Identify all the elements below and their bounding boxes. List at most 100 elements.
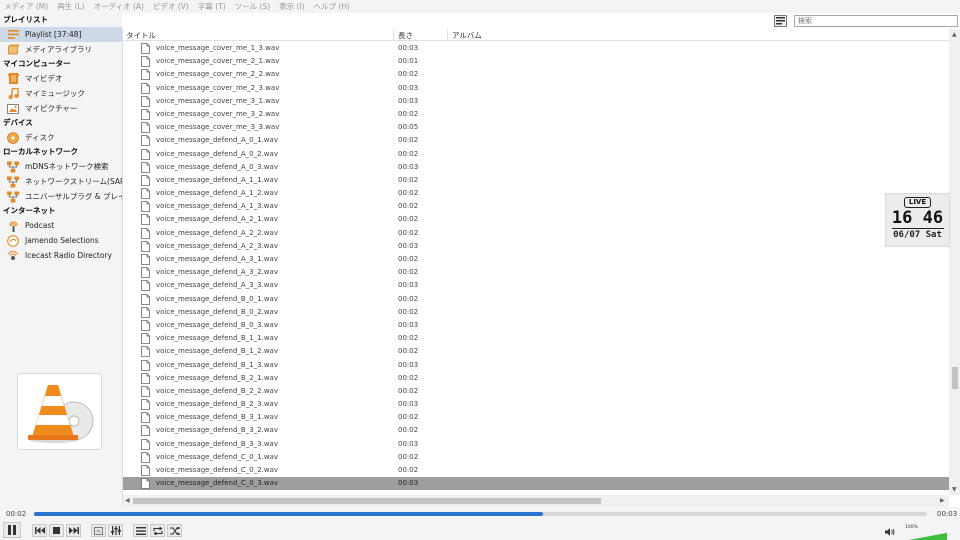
scroll-left-icon[interactable]: ◀ [125, 497, 130, 505]
shuffle-button[interactable] [167, 524, 182, 537]
playlist-row[interactable]: voice_message_defend_A_1_1.wav 00:02 [123, 174, 949, 187]
playlist-view: タイトル 長さ アルバム voice_message_cover_me_1_3.… [122, 29, 960, 507]
playlist-row[interactable]: voice_message_defend_B_3_1.wav 00:02 [123, 411, 949, 424]
file-icon [141, 135, 150, 147]
playlist-row[interactable]: voice_message_defend_B_3_3.wav 00:03 [123, 438, 949, 451]
extended-settings-button[interactable] [108, 524, 123, 537]
playlist-row[interactable]: voice_message_cover_me_1_3.wav 00:03 [123, 42, 949, 55]
seek-slider[interactable] [34, 512, 927, 516]
track-length: 00:03 [398, 320, 419, 329]
vlc-cone-icon [27, 384, 93, 443]
playlist-row[interactable]: voice_message_defend_B_2_1.wav 00:02 [123, 372, 949, 385]
network-icon [7, 160, 19, 173]
sidebar-item[interactable]: mDNSネットワーク検索 [0, 159, 122, 174]
menu-item[interactable]: ビデオ (V) [153, 1, 189, 12]
vertical-scrollbar[interactable]: ▲ ▼ [949, 29, 960, 495]
playlist-row[interactable]: voice_message_defend_A_1_3.wav 00:02 [123, 200, 949, 213]
search-input[interactable] [794, 15, 958, 27]
scroll-right-icon[interactable]: ▶ [940, 497, 945, 505]
sidebar-item-label: ユニバーサルプラグ & プレイ [25, 192, 122, 201]
playlist-row[interactable]: voice_message_defend_A_3_1.wav 00:02 [123, 253, 949, 266]
playlist-row[interactable]: voice_message_defend_B_2_2.wav 00:02 [123, 385, 949, 398]
menu-item[interactable]: 表示 (I) [279, 1, 304, 12]
playlist-row[interactable]: voice_message_defend_A_3_3.wav 00:03 [123, 279, 949, 292]
menu-item[interactable]: ヘルプ (H) [314, 1, 350, 12]
horizontal-scroll-thumb[interactable] [133, 498, 601, 504]
playlist-row[interactable]: voice_message_cover_me_3_3.wav 00:05 [123, 121, 949, 134]
track-title: voice_message_defend_B_0_2.wav [156, 307, 278, 316]
playlist-row[interactable]: voice_message_cover_me_2_1.wav 00:01 [123, 55, 949, 68]
playlist-row[interactable]: voice_message_defend_C_0_3.wav 00:03 [123, 477, 949, 491]
playlist-row[interactable]: voice_message_defend_A_2_2.wav 00:02 [123, 227, 949, 240]
sidebar-item[interactable]: ネットワークストリーム(SAP) [0, 174, 122, 189]
sidebar-item[interactable]: Podcast [0, 218, 122, 233]
stop-button[interactable] [49, 524, 64, 537]
file-icon [141, 320, 150, 331]
sidebar-item[interactable]: ユニバーサルプラグ & プレイ [0, 189, 122, 204]
playlist-row[interactable]: voice_message_defend_C_0_2.wav 00:02 [123, 464, 949, 477]
vertical-scroll-thumb[interactable] [952, 367, 958, 389]
playlist-row[interactable]: voice_message_defend_B_0_2.wav 00:02 [123, 306, 949, 319]
playlist-row[interactable]: voice_message_defend_B_1_1.wav 00:02 [123, 332, 949, 345]
playlist-row[interactable]: voice_message_defend_C_0_1.wav 00:02 [123, 451, 949, 464]
menu-item[interactable]: ツール (S) [235, 1, 271, 12]
playlist-icon [135, 526, 146, 535]
playlist-row[interactable]: voice_message_defend_B_1_2.wav 00:02 [123, 345, 949, 358]
playlist-row[interactable]: voice_message_defend_B_0_3.wav 00:03 [123, 319, 949, 332]
sidebar-item[interactable]: Icecast Radio Directory [0, 248, 122, 263]
playlist-row[interactable]: voice_message_defend_A_1_2.wav 00:02 [123, 187, 949, 200]
toggle-playlist-button[interactable] [133, 524, 148, 537]
playlist-row[interactable]: voice_message_defend_B_0_1.wav 00:02 [123, 293, 949, 306]
fullscreen-button[interactable] [91, 524, 106, 537]
playlist-row[interactable]: voice_message_defend_A_3_2.wav 00:02 [123, 266, 949, 279]
track-title: voice_message_defend_A_3_1.wav [156, 255, 278, 263]
file-icon [141, 425, 150, 437]
playlist-row[interactable]: voice_message_cover_me_3_2.wav 00:02 [123, 108, 949, 121]
playlist-row[interactable]: voice_message_defend_B_1_3.wav 00:03 [123, 359, 949, 372]
file-icon [141, 478, 150, 490]
track-title: voice_message_defend_B_2_1.wav [156, 373, 278, 382]
media-library-icon [7, 44, 19, 56]
next-button[interactable] [66, 524, 81, 537]
sidebar-item[interactable]: ディスク [0, 130, 122, 145]
playlist-row[interactable]: voice_message_defend_A_2_3.wav 00:03 [123, 240, 949, 253]
menu-item[interactable]: オーディオ (A) [94, 1, 144, 12]
playlist-row[interactable]: voice_message_defend_B_3_2.wav 00:02 [123, 424, 949, 437]
playlist-row[interactable]: voice_message_defend_B_2_3.wav 00:03 [123, 398, 949, 411]
volume-slider[interactable] [899, 531, 947, 540]
playlist-view-icon[interactable] [774, 15, 787, 27]
playlist-row[interactable]: voice_message_cover_me_2_3.wav 00:03 [123, 82, 949, 95]
playlist-row[interactable]: voice_message_cover_me_3_1.wav 00:03 [123, 95, 949, 108]
sidebar-item[interactable]: メディアライブラリ [0, 42, 122, 57]
sidebar-item[interactable]: Jamendo Selections [0, 233, 122, 248]
column-title[interactable]: タイトル [126, 30, 156, 41]
track-title: voice_message_defend_A_1_2.wav [156, 189, 278, 198]
scroll-down-icon[interactable]: ▼ [952, 486, 957, 494]
sidebar-item[interactable]: マイビデオ [0, 71, 122, 86]
menu-item[interactable]: 字幕 (T) [198, 1, 226, 12]
scroll-up-icon[interactable]: ▲ [952, 31, 957, 39]
previous-button[interactable] [32, 524, 47, 537]
column-album[interactable]: アルバム [452, 30, 482, 41]
playlist-row[interactable]: voice_message_defend_A_2_1.wav 00:02 [123, 213, 949, 226]
loop-button[interactable] [150, 524, 165, 537]
playlist-row[interactable]: voice_message_cover_me_2_2.wav 00:02 [123, 68, 949, 81]
playlist-row[interactable]: voice_message_defend_A_0_3.wav 00:03 [123, 161, 949, 174]
menu-item[interactable]: 再生 (L) [57, 1, 84, 12]
playlist-row[interactable]: voice_message_defend_A_0_2.wav 00:02 [123, 148, 949, 161]
sidebar-item[interactable]: マイミュージック [0, 86, 122, 101]
network-icon [7, 175, 19, 188]
track-length: 00:02 [398, 136, 419, 145]
menu-item[interactable]: メディア (M) [4, 1, 48, 12]
column-length[interactable]: 長さ [398, 30, 413, 41]
sidebar-item[interactable]: マイピクチャー [0, 101, 122, 116]
track-length: 00:02 [398, 149, 419, 158]
volume-icon[interactable] [885, 528, 895, 536]
playlist-row[interactable]: voice_message_defend_A_0_1.wav 00:02 [123, 134, 949, 147]
sidebar-item[interactable]: Playlist [37:48] [0, 27, 122, 42]
track-length: 00:01 [398, 57, 419, 66]
track-length: 00:03 [398, 479, 419, 488]
track-title: voice_message_defend_A_0_3.wav [156, 162, 278, 171]
horizontal-scrollbar[interactable]: ◀ ▶ [123, 495, 949, 507]
pause-button[interactable] [3, 522, 21, 538]
